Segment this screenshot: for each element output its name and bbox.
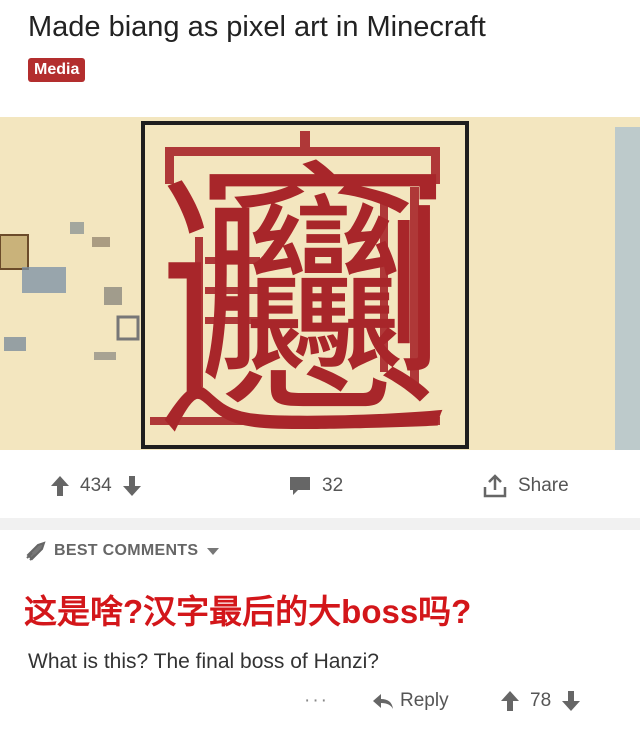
post-title[interactable]: Made biang as pixel art in Minecraft (28, 10, 612, 44)
post-media[interactable]: 𰻞 (0, 117, 640, 450)
best-comments-sort[interactable]: BEST COMMENTS (24, 541, 220, 561)
comment-actions: ··· Reply 78 (0, 690, 640, 724)
comments-button[interactable]: 32 (288, 475, 343, 497)
share-button[interactable]: Share (482, 473, 569, 499)
share-label: Share (518, 475, 569, 496)
media-tag[interactable]: Media (28, 58, 86, 82)
more-options-button[interactable]: ··· (304, 690, 329, 712)
biang-glyph: 𰻞 (160, 139, 450, 450)
comment-count: 32 (322, 475, 344, 496)
reply-label: Reply (400, 690, 449, 711)
section-divider (0, 518, 640, 530)
comment-downvote-icon[interactable] (561, 690, 581, 712)
comment-upvote-icon[interactable] (500, 690, 520, 712)
post-actions-bar: 434 32 Share (0, 458, 640, 514)
best-comments-label: BEST COMMENTS (54, 542, 199, 559)
chevron-down-icon (207, 548, 220, 555)
post-header: Made biang as pixel art in Minecraft Med… (0, 0, 640, 108)
upvote-arrow-icon[interactable] (50, 475, 70, 497)
reply-button[interactable]: Reply (372, 690, 449, 712)
comment-vote-count: 78 (530, 690, 552, 711)
chinese-caption-overlay: 这是啥?汉字最后的大boss吗? (24, 593, 472, 630)
reply-arrow-icon (373, 694, 393, 709)
vote-group: 434 (50, 475, 142, 497)
downvote-arrow-icon[interactable] (122, 475, 142, 497)
comment-text: What is this? The final boss of Hanzi? (28, 650, 379, 673)
share-icon (483, 474, 507, 498)
comment-vote-group: 78 (500, 690, 581, 712)
minecraft-pixel-art-image: 𰻞 (0, 117, 640, 450)
upvote-count: 434 (80, 475, 112, 496)
rocket-icon (26, 541, 46, 561)
comment-bubble-icon (290, 477, 310, 495)
